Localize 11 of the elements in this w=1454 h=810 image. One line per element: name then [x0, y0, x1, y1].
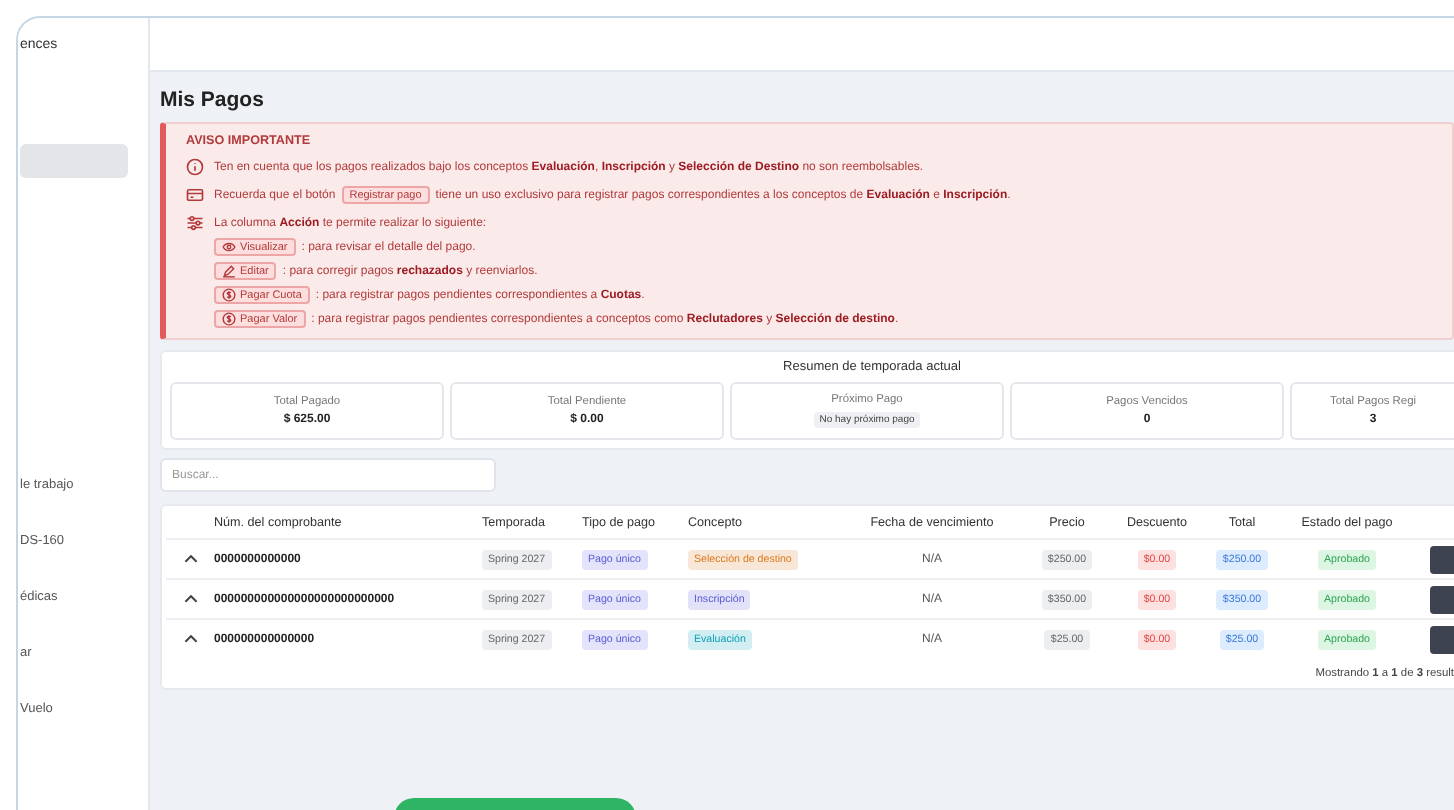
eye-icon — [222, 240, 236, 254]
card-icon — [186, 186, 204, 204]
sliders-icon — [186, 214, 204, 232]
action-button[interactable] — [1430, 625, 1454, 653]
info-icon — [186, 158, 204, 176]
dollar-icon — [222, 312, 236, 326]
dollar-icon — [222, 288, 236, 302]
action-button[interactable] — [1430, 545, 1454, 573]
edit-icon — [222, 264, 236, 278]
action-button[interactable] — [1430, 585, 1454, 613]
page-title: Mis Pagos — [160, 88, 266, 114]
